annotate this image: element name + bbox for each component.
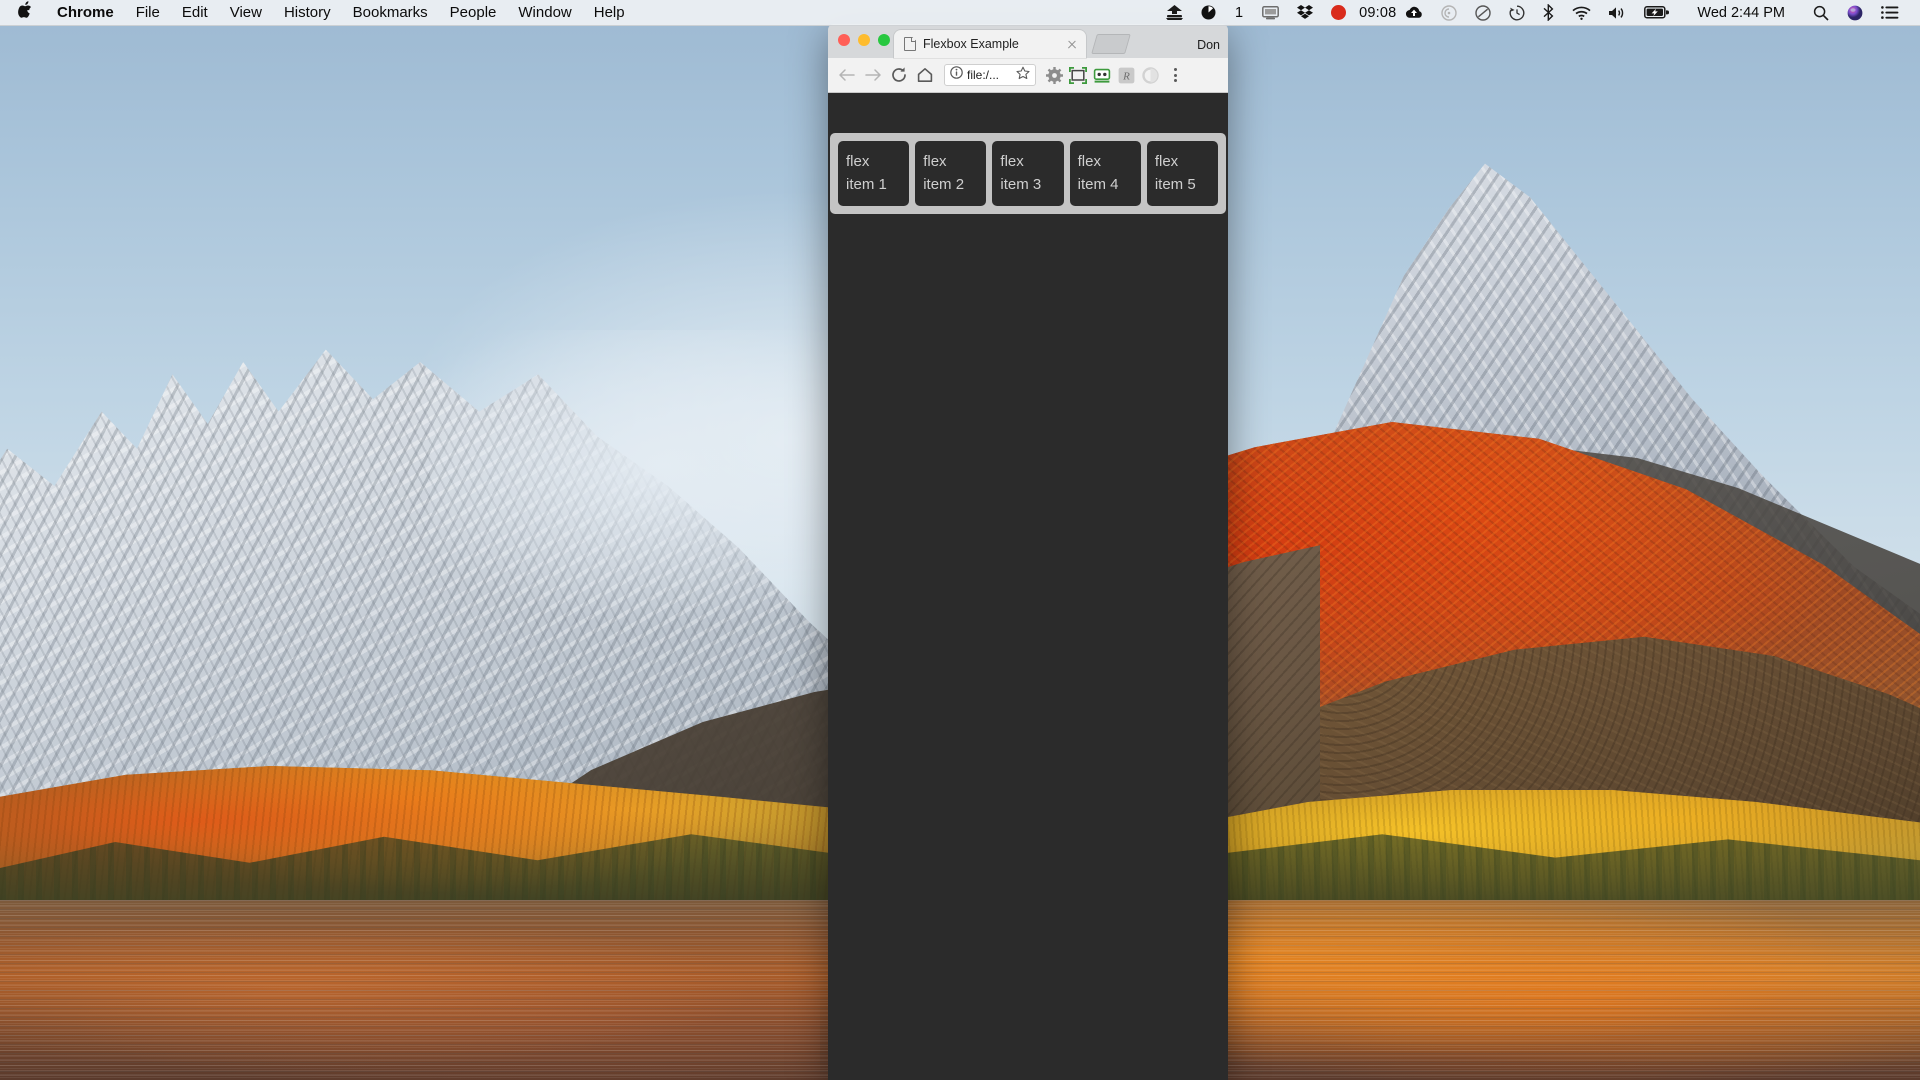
reload-icon[interactable] bbox=[886, 62, 912, 88]
recording-time-label: 09:08 bbox=[1359, 4, 1397, 21]
svg-text:R: R bbox=[1122, 70, 1130, 82]
airdrop-icon[interactable] bbox=[1432, 4, 1466, 21]
menu-bar-left: Chrome File Edit View History Bookmarks … bbox=[0, 0, 636, 26]
flex-item-3: flex item 3 bbox=[992, 141, 1064, 206]
back-arrow-icon[interactable] bbox=[834, 62, 860, 88]
flex-item-1: flex item 1 bbox=[838, 141, 910, 206]
page-top-margin bbox=[828, 93, 1228, 133]
clock-label: Wed 2:44 PM bbox=[1697, 4, 1785, 21]
menu-bar-status-area: 1 09:08 Wed 2:44 PM bbox=[1157, 0, 1920, 26]
clock-label-wrap[interactable]: Wed 2:44 PM bbox=[1678, 0, 1804, 26]
flex-item-5: flex item 5 bbox=[1146, 141, 1219, 206]
flex-item-4: flex item 4 bbox=[1069, 141, 1141, 206]
tab-strip: Flexbox Example Don bbox=[828, 24, 1228, 58]
menu-item-window[interactable]: Window bbox=[507, 0, 582, 26]
battery-charging-icon[interactable] bbox=[1635, 6, 1678, 19]
robot-extension-icon[interactable] bbox=[1090, 63, 1114, 87]
browser-tab[interactable]: Flexbox Example bbox=[894, 30, 1086, 58]
display-icon[interactable] bbox=[1253, 5, 1288, 20]
dark-clock-icon[interactable] bbox=[1192, 5, 1225, 20]
minimize-window-button[interactable] bbox=[858, 34, 870, 46]
display-count-label: 1 bbox=[1235, 4, 1244, 21]
close-window-button[interactable] bbox=[838, 34, 850, 46]
gear-extension-icon[interactable] bbox=[1042, 63, 1066, 87]
zoom-window-button[interactable] bbox=[878, 34, 890, 46]
scanner-icon[interactable] bbox=[1157, 5, 1192, 20]
circle-extension-icon[interactable] bbox=[1138, 63, 1162, 87]
bluetooth-icon[interactable] bbox=[1534, 4, 1563, 21]
siri-icon[interactable] bbox=[1838, 5, 1872, 21]
chrome-browser-window: Flexbox Example Don file:/... R flex ite… bbox=[828, 24, 1228, 1080]
menu-item-help[interactable]: Help bbox=[583, 0, 636, 26]
cloud-upload-icon[interactable] bbox=[1396, 6, 1432, 19]
page-viewport: flex item 1 flex item 2 flex item 3 flex… bbox=[828, 93, 1228, 1080]
menu-item-edit[interactable]: Edit bbox=[171, 0, 219, 26]
volume-icon[interactable] bbox=[1600, 6, 1635, 20]
do-not-disturb-icon[interactable] bbox=[1466, 4, 1500, 21]
menu-item-people[interactable]: People bbox=[439, 0, 508, 26]
address-bar[interactable]: file:/... bbox=[944, 64, 1036, 86]
menu-item-chrome[interactable]: Chrome bbox=[46, 0, 125, 26]
r-badge-extension-icon[interactable]: R bbox=[1114, 63, 1138, 87]
home-icon[interactable] bbox=[912, 62, 938, 88]
screenshot-frame-extension-icon[interactable] bbox=[1066, 63, 1090, 87]
browser-toolbar: file:/... R bbox=[828, 58, 1228, 93]
tab-title: Flexbox Example bbox=[923, 37, 1019, 51]
wifi-icon[interactable] bbox=[1563, 6, 1600, 20]
window-traffic-lights bbox=[838, 34, 890, 46]
document-icon bbox=[904, 37, 916, 51]
address-bar-url: file:/... bbox=[967, 68, 1000, 82]
profile-name-label[interactable]: Don bbox=[1197, 38, 1220, 52]
star-icon[interactable] bbox=[1016, 66, 1030, 85]
flex-container: flex item 1 flex item 2 flex item 3 flex… bbox=[830, 133, 1226, 214]
menu-item-history[interactable]: History bbox=[273, 0, 342, 26]
control-center-icon[interactable] bbox=[1872, 6, 1908, 19]
close-tab-button[interactable] bbox=[1064, 36, 1080, 52]
macos-menu-bar: Chrome File Edit View History Bookmarks … bbox=[0, 0, 1920, 26]
three-dot-menu-icon[interactable] bbox=[1164, 68, 1186, 82]
menu-item-view[interactable]: View bbox=[219, 0, 273, 26]
record-dot-icon[interactable] bbox=[1322, 5, 1355, 20]
new-tab-button[interactable] bbox=[1091, 34, 1131, 54]
forward-arrow-icon[interactable] bbox=[860, 62, 886, 88]
dropbox-icon[interactable] bbox=[1288, 5, 1322, 20]
info-circle-icon[interactable] bbox=[950, 66, 963, 84]
time-machine-icon[interactable] bbox=[1500, 5, 1534, 21]
menu-item-file[interactable]: File bbox=[125, 0, 171, 26]
flex-item-2: flex item 2 bbox=[915, 141, 987, 206]
spotlight-search-icon[interactable] bbox=[1804, 5, 1838, 21]
menu-item-bookmarks[interactable]: Bookmarks bbox=[342, 0, 439, 26]
apple-menu-icon[interactable] bbox=[0, 0, 46, 25]
